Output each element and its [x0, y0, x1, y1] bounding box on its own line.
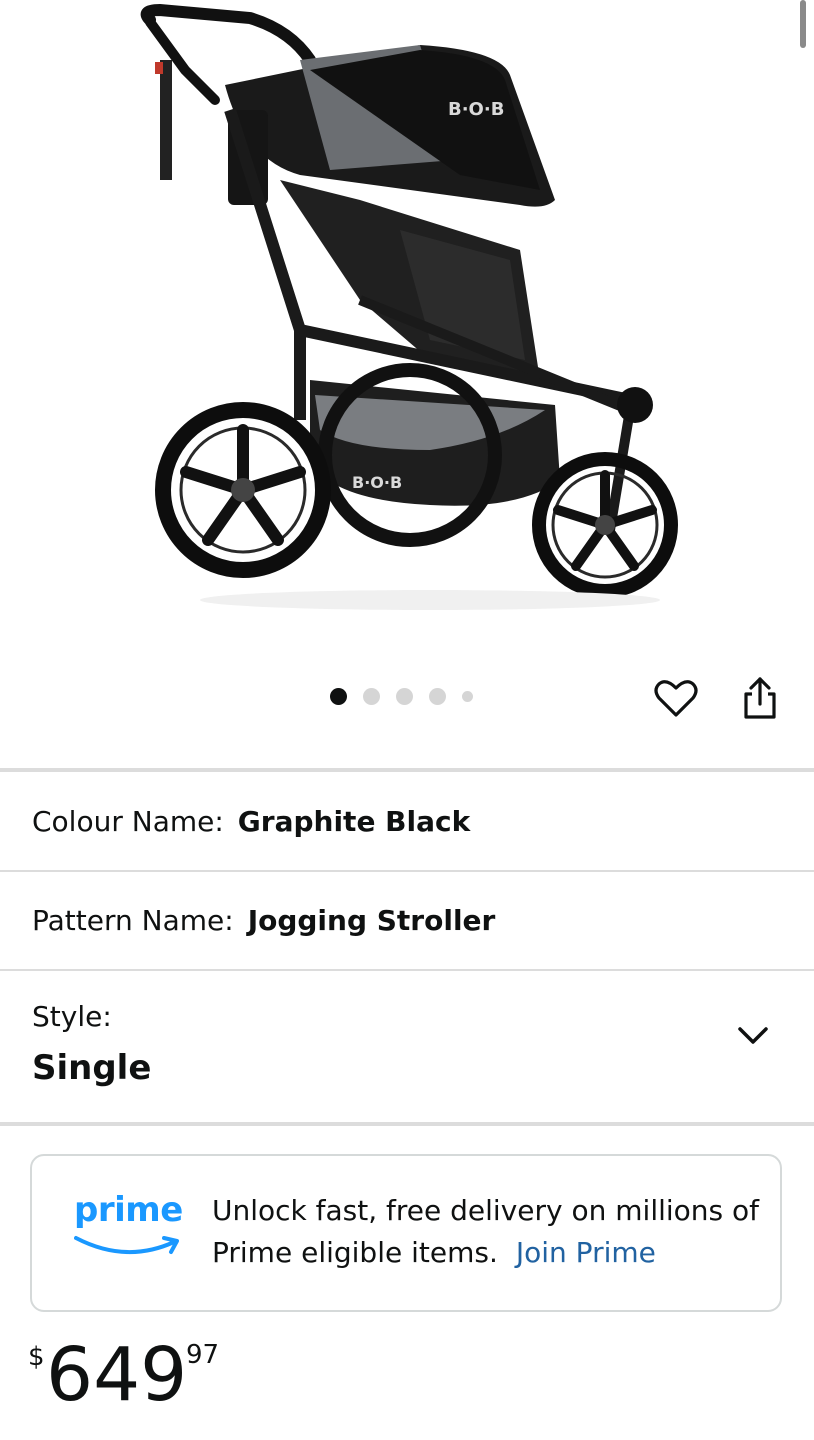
prime-logo: prime — [72, 1190, 183, 1260]
colour-name-row: Colour Name: Graphite Black — [0, 772, 814, 870]
pattern-name-label: Pattern Name: — [32, 904, 234, 937]
share-icon — [744, 677, 776, 719]
pager-dot[interactable] — [429, 687, 446, 705]
section-divider — [0, 1122, 814, 1126]
favorite-button[interactable] — [650, 672, 702, 724]
join-prime-link[interactable]: Join Prime — [516, 1236, 656, 1269]
pattern-name-row: Pattern Name: Jogging Stroller — [0, 872, 814, 969]
share-button[interactable] — [734, 672, 786, 724]
heart-icon — [654, 680, 698, 717]
price-currency-symbol: $ — [28, 1342, 45, 1372]
product-image[interactable]: B·O·B B·O·B — [0, 0, 814, 660]
price-whole: 649 — [46, 1332, 188, 1418]
image-pager[interactable] — [330, 686, 489, 706]
pager-dot-active[interactable] — [330, 687, 347, 705]
row-divider — [0, 969, 814, 971]
canopy-logo: B·O·B — [448, 99, 504, 120]
style-label: Style: — [32, 1000, 112, 1033]
pattern-name-value: Jogging Stroller — [247, 904, 496, 937]
prime-promo-card: prime Unlock fast, free delivery on mill… — [30, 1154, 782, 1312]
stroller-illustration: B·O·B B·O·B — [140, 3, 678, 610]
chevron-down-icon — [738, 1027, 768, 1044]
colour-name-label: Colour Name: — [32, 804, 224, 838]
colour-name-value: Graphite Black — [237, 804, 471, 838]
pager-dot[interactable] — [396, 687, 413, 705]
prime-smile-icon — [74, 1236, 179, 1255]
prime-logo-text: prime — [74, 1190, 183, 1230]
pager-dot[interactable] — [462, 690, 473, 702]
prime-message-text: Unlock fast, free delivery on millions o… — [212, 1194, 760, 1269]
pager-dot[interactable] — [363, 687, 380, 705]
price-fraction: 97 — [186, 1340, 220, 1370]
basket-logo: B·O·B — [352, 473, 402, 492]
style-value: Single — [32, 1048, 152, 1088]
prime-message: Unlock fast, free delivery on millions o… — [212, 1190, 772, 1274]
style-dropdown[interactable]: Style: Single — [0, 972, 814, 1122]
